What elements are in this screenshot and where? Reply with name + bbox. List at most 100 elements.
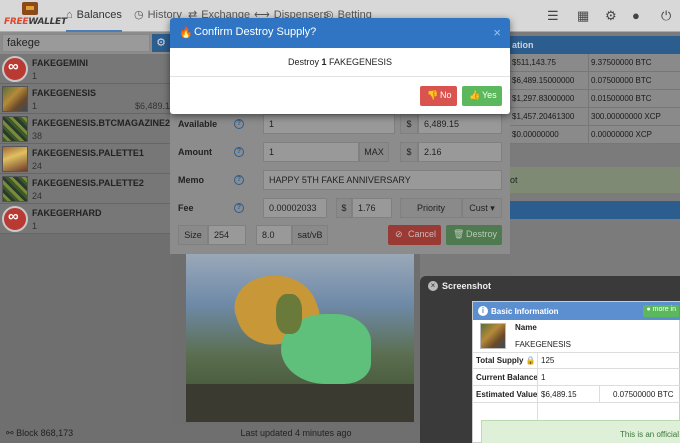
trash-icon: 🗑 xyxy=(453,229,465,239)
settings-icon[interactable]: ⚙ xyxy=(605,8,617,24)
history-icon: ◷ xyxy=(134,9,144,21)
asset-name: FAKEGENESIS.PALETTE1 xyxy=(32,148,144,158)
help-icon[interactable]: ? xyxy=(234,147,244,157)
available-label: Available xyxy=(178,119,218,129)
ban-icon: ⊘ xyxy=(395,229,403,239)
table-row: $0.00000000 0.00000000 XCP xyxy=(510,126,680,144)
asset-search-input[interactable] xyxy=(2,34,150,52)
estimated-usd: $6,489.15 xyxy=(541,390,577,399)
info-icon: i xyxy=(478,306,488,316)
usd-addon: $ xyxy=(400,114,418,134)
amount-label: Amount xyxy=(178,147,212,157)
fee-usd-input[interactable]: 1.76 xyxy=(352,198,392,218)
available-input: 1 xyxy=(263,114,395,134)
asset-row[interactable]: FAKEGENESIS.PALETTE1 24 xyxy=(0,144,172,174)
total-supply-label: Total Supply 🔒 xyxy=(476,356,536,365)
asset-logo xyxy=(2,176,28,202)
treasure-chest-icon xyxy=(22,2,38,15)
help-icon[interactable]: ? xyxy=(234,203,244,213)
fee-input[interactable]: 0.00002033 xyxy=(263,198,327,218)
last-updated: Last updated 4 minutes ago xyxy=(172,424,420,443)
tab-balances[interactable]: ⌂ Balances xyxy=(66,0,122,32)
logo-text: FREEWALLET xyxy=(4,17,67,27)
no-button[interactable]: 👎 No xyxy=(420,86,457,106)
help-icon[interactable]: ? xyxy=(234,175,244,185)
asset-balance: 24 xyxy=(32,191,43,201)
asset-artwork xyxy=(186,254,414,422)
help-icon[interactable]: ? xyxy=(234,119,244,129)
user-icon[interactable]: ● xyxy=(632,8,640,23)
grid-icon[interactable]: ▦ xyxy=(577,8,589,24)
name-label: Name xyxy=(515,323,537,332)
cancel-button[interactable]: ⊘ Cancel xyxy=(388,225,441,245)
official-notice: This is an official xyxy=(481,420,680,443)
memo-input[interactable]: HAPPY 5TH FAKE ANNIVERSARY xyxy=(263,170,502,190)
asset-name: FAKEGERHARD xyxy=(32,208,102,218)
fee-label: Fee xyxy=(178,203,194,213)
right-panel-band xyxy=(510,201,680,219)
asset-row[interactable]: FAKEGENESIS.PALETTE2 24 xyxy=(0,174,172,204)
fee-rate-input[interactable]: 8.0 xyxy=(256,225,292,245)
list-icon[interactable]: ☰ xyxy=(547,8,559,24)
asset-logo xyxy=(2,206,28,232)
notice-box: ot xyxy=(510,167,680,193)
right-table-header: ation xyxy=(510,36,680,54)
asset-name: FAKEGENESIS.BTCMAGAZINE22 xyxy=(32,118,176,128)
gear-icon[interactable]: ⚙ xyxy=(152,34,170,52)
yes-button[interactable]: 👍 Yes xyxy=(462,86,502,106)
modal-header: 🔥 Confirm Destroy Supply? xyxy=(170,18,510,48)
info-circle-icon: ● xyxy=(646,306,651,313)
table-row: $1,297.83000000 0.01500000 BTC xyxy=(510,90,680,108)
home-icon: ⌂ xyxy=(66,9,73,21)
custom-fee-dropdown[interactable]: Cust ▾ xyxy=(462,198,502,218)
caret-down-icon: ▾ xyxy=(490,203,495,213)
asset-logo xyxy=(2,146,28,172)
destroy-button[interactable]: 🗑 Destroy xyxy=(446,225,502,245)
asset-balance: 38 xyxy=(32,131,43,141)
confirm-destroy-modal: 🔥 Confirm Destroy Supply? × Destroy 1 FA… xyxy=(170,18,510,114)
asset-row[interactable]: FAKEGEMINI 1 xyxy=(0,54,172,84)
modal-title: Confirm Destroy Supply? xyxy=(194,26,317,38)
more-info-button[interactable]: ● more in xyxy=(643,305,679,317)
asset-row[interactable]: FAKEGENESIS.BTCMAGAZINE22 38 xyxy=(0,114,176,144)
asset-balance: 24 xyxy=(32,161,43,171)
fire-icon: 🔥 xyxy=(179,27,193,39)
current-balance-value: 1 xyxy=(541,373,546,382)
available-usd-input: 6,489.15 xyxy=(418,114,502,134)
amount-input[interactable]: 1 xyxy=(263,142,359,162)
size-input: 254 xyxy=(208,225,246,245)
thumbs-up-icon: 👍 xyxy=(469,90,481,100)
power-icon[interactable]: ⏻ xyxy=(661,8,671,24)
table-row: $6,489.15000000 0.07500000 BTC xyxy=(510,72,680,90)
max-button[interactable]: MAX xyxy=(359,142,389,162)
close-icon[interactable]: × xyxy=(493,25,501,40)
asset-name: FAKEGEMINI xyxy=(32,58,89,68)
asset-balance: 1 xyxy=(32,221,38,231)
asset-name: FAKEGENESIS.PALETTE2 xyxy=(32,178,144,188)
asset-balance: 1 xyxy=(32,71,38,81)
asset-search-bar: ⚙ xyxy=(0,32,172,54)
asset-row[interactable]: FAKEGERHARD 1 xyxy=(0,204,172,234)
memo-label: Memo xyxy=(178,175,205,185)
modal-message: Destroy 1 FAKEGENESIS xyxy=(287,57,393,67)
asset-logo xyxy=(2,56,28,82)
logo[interactable]: FREEWALLET xyxy=(4,2,67,30)
lock-icon: 🔒 xyxy=(525,356,536,365)
basic-information-panel: i Basic Information ● more in Name FAKEG… xyxy=(472,301,680,443)
asset-thumbnail xyxy=(480,323,506,349)
current-balance-label: Current Balance xyxy=(476,373,538,382)
estimated-btc: 0.07500000 BTC xyxy=(613,390,674,399)
asset-logo xyxy=(2,116,28,142)
block-height: ⚯ Block 868,173 xyxy=(0,424,172,443)
estimated-value-label: Estimated Value xyxy=(476,390,538,399)
asset-sidebar: ⚙ FAKEGEMINI 1 FAKEGENESIS 1 $6,489.1 FA… xyxy=(0,32,176,424)
screenshot-title: Screenshot xyxy=(442,281,492,291)
table-row: $511,143.75 9.37500000 BTC xyxy=(510,54,680,72)
amount-usd-input[interactable]: 2.16 xyxy=(418,142,502,162)
usd-addon: $ xyxy=(336,198,352,218)
priority-button[interactable]: Priority xyxy=(400,198,462,218)
link-icon: ⚯ xyxy=(6,428,14,438)
asset-balance: 1 xyxy=(32,101,38,111)
asset-row[interactable]: FAKEGENESIS 1 $6,489.1 xyxy=(0,84,172,114)
asset-logo xyxy=(2,86,28,112)
